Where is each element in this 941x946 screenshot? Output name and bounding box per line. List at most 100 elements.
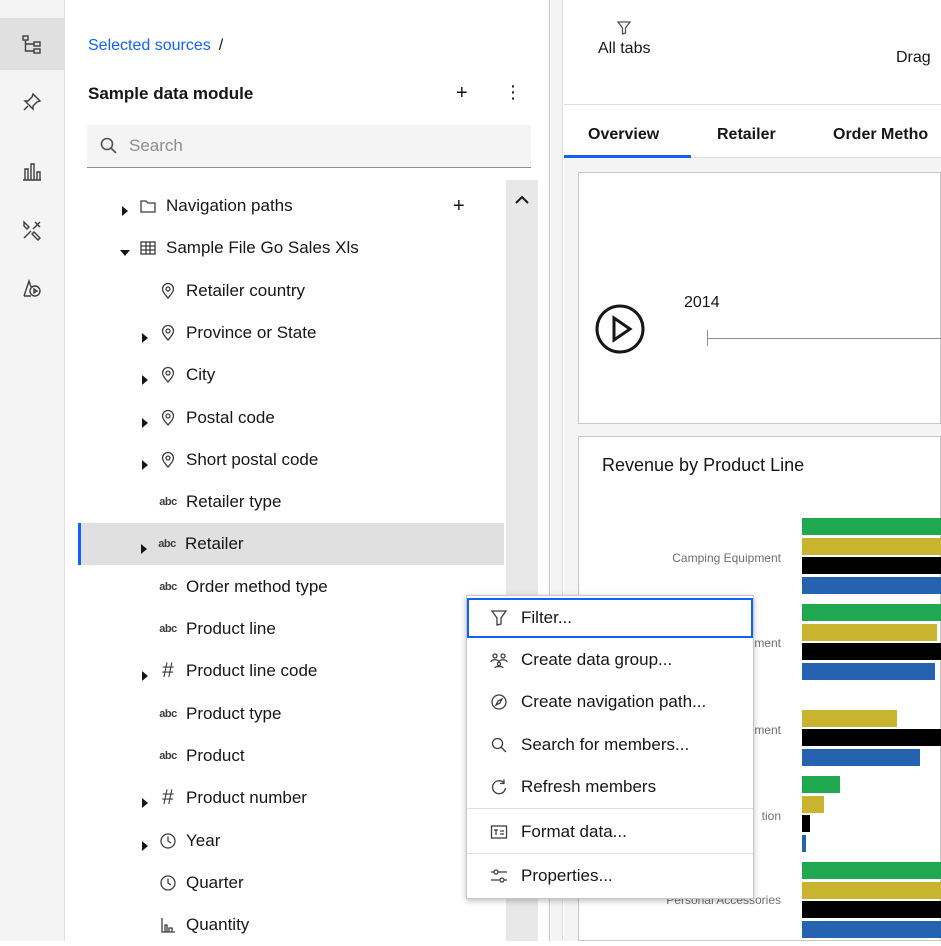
tree-item-label: Product — [186, 746, 245, 765]
tree-item[interactable]: abc Retailer type — [80, 481, 506, 523]
caret-right-icon[interactable] — [140, 370, 150, 385]
tree-item[interactable]: Quarter — [80, 862, 506, 904]
chart-bar[interactable] — [802, 710, 897, 727]
search-input[interactable] — [127, 125, 517, 167]
tree-item[interactable]: Quantity — [80, 904, 506, 946]
tree-item-label: Quantity — [186, 915, 250, 934]
chart-bar[interactable] — [802, 862, 941, 879]
chart-bar[interactable] — [802, 901, 941, 918]
visualizations-button[interactable] — [0, 145, 64, 197]
tree-item-label: Sample File Go Sales Xls — [166, 238, 359, 257]
chart-bar[interactable] — [802, 624, 937, 641]
more-options-button[interactable]: ⋮ — [504, 82, 522, 103]
table-icon — [138, 238, 158, 258]
timeline-widget[interactable] — [578, 172, 941, 424]
pin-button[interactable] — [0, 76, 64, 128]
clock-icon — [158, 831, 178, 851]
breadcrumb-selected-sources-link[interactable]: Selected sources — [88, 37, 211, 54]
timeline-year-label: 2014 — [684, 294, 720, 311]
tree-item[interactable]: abc Product — [80, 735, 506, 777]
chart-bar[interactable] — [802, 729, 941, 746]
menu-item-create-data-group[interactable]: Create data group... — [467, 640, 753, 680]
chart-bar[interactable] — [802, 882, 941, 899]
data-group-icon — [489, 650, 509, 670]
caret-right-icon[interactable] — [140, 793, 150, 808]
chart-icon — [23, 163, 41, 181]
menu-item-filter[interactable]: Filter... — [467, 598, 753, 638]
tree-item[interactable]: Retailer country — [80, 270, 506, 312]
chart-bar[interactable] — [802, 749, 920, 766]
timeline-track[interactable] — [707, 338, 941, 339]
caret-right-icon[interactable] — [120, 201, 130, 216]
tree-item[interactable]: Province or State — [80, 312, 506, 354]
caret-down-icon[interactable] — [120, 243, 130, 256]
chart-bar[interactable] — [802, 577, 941, 594]
chart-bar[interactable] — [802, 557, 941, 574]
data-tree-button[interactable] — [0, 18, 64, 70]
chart-bar[interactable] — [802, 796, 824, 813]
tree-item-label: Short postal code — [186, 450, 319, 469]
data-tree-icon — [22, 35, 41, 54]
play-icon[interactable] — [594, 303, 646, 355]
add-navigation-path-button[interactable]: + — [453, 195, 465, 218]
tree-item[interactable]: City — [80, 354, 506, 396]
tree-item[interactable]: Postal code — [80, 397, 506, 439]
caret-right-icon[interactable] — [140, 666, 150, 681]
clock-icon — [158, 873, 178, 893]
add-source-button[interactable]: + — [456, 82, 468, 105]
filter-icon — [489, 608, 509, 628]
tree-item-label: Retailer — [185, 534, 244, 553]
tree-item[interactable]: Year — [80, 820, 506, 862]
tree-item[interactable]: abc Product line — [80, 608, 506, 650]
tab-retailer[interactable]: Retailer — [717, 126, 776, 144]
menu-item-create-navigation-path[interactable]: Create navigation path... — [467, 682, 753, 722]
caret-right-icon[interactable] — [140, 413, 150, 428]
search-box — [87, 125, 531, 168]
menu-item-refresh-members[interactable]: Refresh members — [467, 767, 753, 807]
tree-item[interactable]: # Product line code — [80, 650, 506, 692]
menu-item-label: Properties... — [521, 866, 613, 885]
story-button[interactable] — [0, 262, 64, 314]
chart-bar[interactable] — [802, 835, 806, 852]
tree-item[interactable]: Sample File Go Sales Xls — [80, 227, 506, 269]
chart-bar[interactable] — [802, 518, 941, 535]
tree-item-label: Product number — [186, 788, 307, 807]
menu-item-properties[interactable]: Properties... — [467, 856, 753, 896]
text-type-icon: abc — [159, 623, 177, 635]
breadcrumb: Selected sources / — [88, 37, 223, 55]
tab-overview[interactable]: Overview — [588, 126, 659, 144]
chart-bar[interactable] — [802, 538, 941, 555]
menu-item-search-for-members[interactable]: Search for members... — [467, 725, 753, 765]
tree-item[interactable]: # Product number — [80, 777, 506, 819]
search-icon — [100, 137, 117, 154]
drag-filters-hint: Drag — [896, 49, 931, 66]
tree-item[interactable]: abc Order method type — [80, 566, 506, 608]
tree-item[interactable]: abc Product type — [80, 693, 506, 735]
chart-bar[interactable] — [802, 643, 941, 660]
location-icon — [158, 408, 178, 428]
tree-item[interactable]: Navigation paths + — [80, 185, 506, 227]
chart-bar[interactable] — [802, 663, 935, 680]
caret-right-icon[interactable] — [140, 455, 150, 470]
tree-item[interactable]: abc Retailer — [78, 523, 504, 565]
scroll-up-button[interactable] — [506, 186, 538, 214]
caret-right-icon[interactable] — [140, 836, 150, 851]
chart-bar[interactable] — [802, 815, 810, 832]
category-label: Camping Equipment — [672, 551, 781, 565]
chart-bar[interactable] — [802, 776, 840, 793]
caret-right-icon[interactable] — [140, 328, 150, 343]
caret-right-icon[interactable] — [139, 539, 149, 554]
refresh-icon — [489, 777, 509, 797]
tab-order-method[interactable]: Order Metho — [833, 126, 928, 144]
all-tabs-filter-button[interactable]: All tabs — [598, 20, 650, 58]
tree-item-label: Product line code — [186, 661, 318, 680]
tree-item[interactable]: Short postal code — [80, 439, 506, 481]
dashboard-tabs: Overview Retailer Order Metho — [564, 106, 941, 158]
location-icon — [158, 450, 178, 470]
chart-bar[interactable] — [802, 921, 941, 938]
menu-item-format-data[interactable]: Format data... — [467, 812, 753, 852]
story-icon — [23, 278, 41, 297]
chart-bar[interactable] — [802, 604, 941, 621]
search-icon — [489, 735, 509, 755]
tools-button[interactable] — [0, 204, 64, 256]
